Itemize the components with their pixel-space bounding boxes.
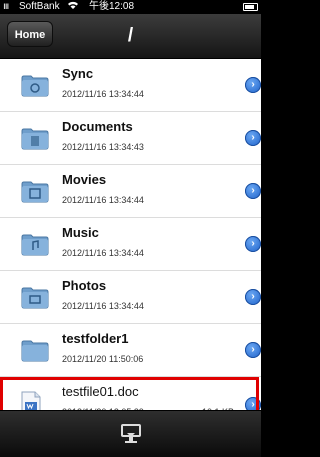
item-date: 2012/11/20 11:50:06 xyxy=(62,354,144,364)
folder-movies-icon xyxy=(21,180,49,203)
bottom-toolbar xyxy=(0,410,261,457)
item-name: Sync xyxy=(62,66,94,81)
folder-row[interactable]: testfolder1 2012/11/20 11:50:06 › xyxy=(0,324,261,377)
disclosure-button[interactable]: › xyxy=(245,130,261,146)
folder-music-icon xyxy=(21,233,49,256)
carrier-label: SoftBank xyxy=(19,1,60,12)
disclosure-button[interactable]: › xyxy=(245,77,261,93)
folder-sync-icon xyxy=(21,74,49,97)
disclosure-button[interactable]: › xyxy=(245,183,261,199)
item-date: 2012/11/16 13:34:43 xyxy=(62,142,144,152)
item-date: 2012/11/16 13:34:44 xyxy=(62,195,144,205)
item-date: 2012/11/16 13:34:44 xyxy=(62,301,144,311)
folder-row[interactable]: Music 2012/11/16 13:34:44 › xyxy=(0,218,261,271)
folder-icon xyxy=(21,339,49,362)
item-name: Music xyxy=(62,225,99,240)
folder-documents-icon xyxy=(21,127,49,150)
item-name: Photos xyxy=(62,278,107,293)
navigation-bar: Home / xyxy=(0,14,261,59)
item-name: testfile01.doc xyxy=(62,384,139,399)
battery-level xyxy=(245,5,255,9)
disclosure-button[interactable]: › xyxy=(245,342,261,358)
folder-photos-icon xyxy=(21,286,49,309)
sync-transfer-icon[interactable] xyxy=(119,423,143,445)
home-button[interactable]: Home xyxy=(7,21,53,47)
wifi-icon xyxy=(68,0,78,14)
item-name: Documents xyxy=(62,119,133,134)
disclosure-button[interactable]: › xyxy=(245,236,261,252)
folder-row[interactable]: Documents 2012/11/16 13:34:43 › xyxy=(0,112,261,165)
folder-row[interactable]: Photos 2012/11/16 13:34:44 › xyxy=(0,271,261,324)
status-bar: ııı SoftBank 午後12:08 xyxy=(0,0,261,14)
signal-strength-icon: ııı xyxy=(3,1,9,12)
screen: ııı SoftBank 午後12:08 Home / Sync 2012/11/… xyxy=(0,0,261,457)
item-name: Movies xyxy=(62,172,107,187)
item-name: testfolder1 xyxy=(62,331,129,346)
item-date: 2012/11/16 13:34:44 xyxy=(62,89,144,99)
battery-icon xyxy=(243,3,258,11)
file-list: Sync 2012/11/16 13:34:44 › Documents 2012/11… xyxy=(0,59,261,435)
disclosure-button[interactable]: › xyxy=(245,289,261,305)
clock: 午後12:08 xyxy=(89,1,135,12)
folder-row[interactable]: Movies 2012/11/16 13:34:44 › xyxy=(0,165,261,218)
folder-row[interactable]: Sync 2012/11/16 13:34:44 › xyxy=(0,59,261,112)
item-date: 2012/11/16 13:34:44 xyxy=(62,248,144,258)
